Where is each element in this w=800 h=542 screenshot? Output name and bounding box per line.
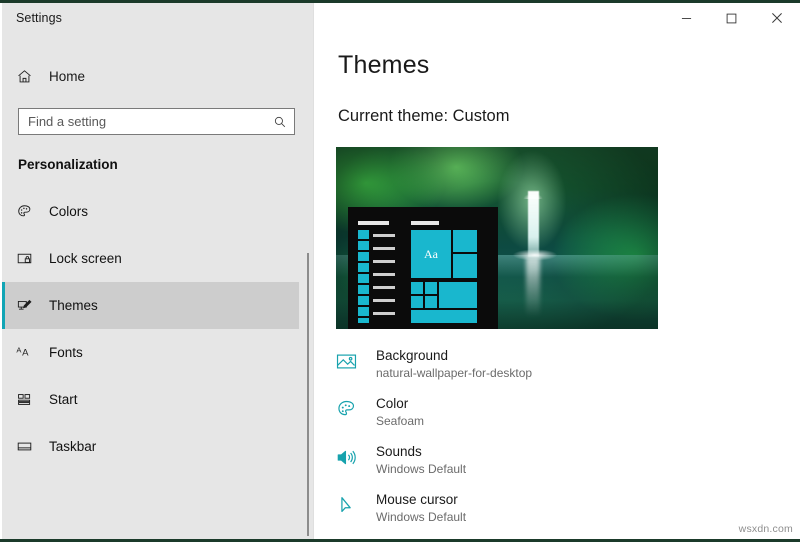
- sidebar-scrollbar-thumb[interactable]: [307, 253, 309, 536]
- home-icon: [16, 68, 46, 85]
- start-tile-wide-1: [439, 282, 477, 308]
- sidebar-item-start[interactable]: Start: [2, 376, 299, 423]
- setting-value: Windows Default: [376, 510, 467, 524]
- setting-title: Color: [376, 396, 409, 411]
- setting-row-background-text: Background natural-wallpaper-for-desktop: [376, 346, 532, 382]
- setting-title: Background: [376, 348, 449, 363]
- start-tile-medium-2: [453, 254, 477, 278]
- taskbar-icon: [16, 438, 46, 455]
- theme-preview[interactable]: Aa: [336, 147, 658, 329]
- current-theme-label: Current theme: Custom: [338, 107, 510, 125]
- sidebar: Settings Home Personalization: [2, 3, 313, 539]
- sidebar-item-lock-screen-label: Lock screen: [49, 251, 122, 266]
- search-icon[interactable]: [266, 115, 294, 129]
- sidebar-item-fonts[interactable]: A A Fonts: [2, 329, 299, 376]
- page-title: Themes: [338, 51, 430, 79]
- svg-text:A: A: [22, 347, 29, 358]
- start-menu-group-header: [411, 221, 439, 225]
- start-menu-header-bar: [358, 221, 389, 225]
- main-content: Themes Current theme: Custom Aa Backgrou…: [314, 3, 800, 539]
- setting-value: Windows Default: [376, 462, 467, 476]
- settings-window: Settings Home Personalization: [0, 3, 800, 539]
- selection-accent-bar: [2, 423, 5, 470]
- search-input[interactable]: [19, 113, 266, 130]
- setting-value: Seafoam: [376, 414, 425, 428]
- sidebar-item-lock-screen[interactable]: Lock screen: [2, 235, 299, 282]
- start-tile-small-2: [425, 282, 437, 294]
- fonts-icon: A A: [16, 344, 46, 362]
- setting-value: natural-wallpaper-for-desktop: [376, 366, 533, 380]
- watermark: wsxdn.com: [738, 523, 793, 535]
- start-tile-small-1: [411, 282, 423, 294]
- start-menu-app-list-lines: [373, 234, 395, 322]
- start-menu-preview: Aa: [348, 207, 498, 329]
- sidebar-item-themes[interactable]: Themes: [2, 282, 299, 329]
- sidebar-item-start-label: Start: [49, 392, 78, 407]
- minimize-button[interactable]: [664, 3, 709, 33]
- selection-accent-bar: [2, 188, 5, 235]
- setting-row-background[interactable]: Background natural-wallpaper-for-desktop: [336, 346, 776, 394]
- speaker-icon: [336, 442, 376, 468]
- setting-row-color-text: Color Seafoam: [376, 394, 424, 430]
- start-tile-small-3: [411, 296, 423, 308]
- sidebar-item-home[interactable]: Home: [2, 60, 299, 93]
- setting-row-mouse-cursor-text: Mouse cursor Windows Default: [376, 490, 466, 526]
- setting-row-mouse-cursor[interactable]: Mouse cursor Windows Default: [336, 490, 776, 538]
- sidebar-item-colors[interactable]: Colors: [2, 188, 299, 235]
- palette-icon: [16, 203, 46, 220]
- picture-icon: [336, 346, 376, 372]
- maximize-button[interactable]: [709, 3, 754, 33]
- setting-title: Sounds: [376, 444, 422, 459]
- start-tile-medium-1: [453, 230, 477, 252]
- sidebar-item-taskbar-label: Taskbar: [49, 439, 97, 454]
- selection-accent-bar: [2, 376, 5, 423]
- setting-title: Mouse cursor: [376, 492, 458, 507]
- sidebar-item-taskbar[interactable]: Taskbar: [2, 423, 299, 470]
- sidebar-item-fonts-label: Fonts: [49, 345, 83, 360]
- lock-screen-icon: [16, 250, 46, 267]
- start-tile-wide-2: [411, 310, 477, 323]
- selection-accent-bar: [2, 235, 5, 282]
- start-icon: [16, 391, 46, 408]
- sidebar-item-home-label: Home: [49, 69, 86, 84]
- app-title: Settings: [16, 11, 62, 25]
- close-button[interactable]: [754, 3, 799, 33]
- setting-row-sounds-text: Sounds Windows Default: [376, 442, 466, 478]
- sidebar-section-title: Personalization: [18, 157, 118, 172]
- sidebar-item-colors-label: Colors: [49, 204, 89, 219]
- sidebar-item-themes-label: Themes: [49, 298, 98, 313]
- setting-row-sounds[interactable]: Sounds Windows Default: [336, 442, 776, 490]
- start-menu-icon-column-gaps: [358, 230, 369, 323]
- palette-icon: [336, 394, 376, 420]
- themes-icon: [16, 297, 46, 314]
- search-box[interactable]: [18, 108, 295, 135]
- titlebar-buttons: [664, 3, 799, 33]
- cursor-icon: [336, 490, 376, 516]
- setting-row-color[interactable]: Color Seafoam: [336, 394, 776, 442]
- start-tile-text: Aa: [424, 246, 438, 261]
- sidebar-nav-list: Colors Lock screen Themes A A Fonts Star…: [2, 188, 299, 470]
- theme-settings-list: Background natural-wallpaper-for-desktop…: [336, 346, 776, 538]
- selection-accent-bar: [2, 282, 5, 329]
- start-tile-small-4: [425, 296, 437, 308]
- selection-accent-bar: [2, 329, 5, 376]
